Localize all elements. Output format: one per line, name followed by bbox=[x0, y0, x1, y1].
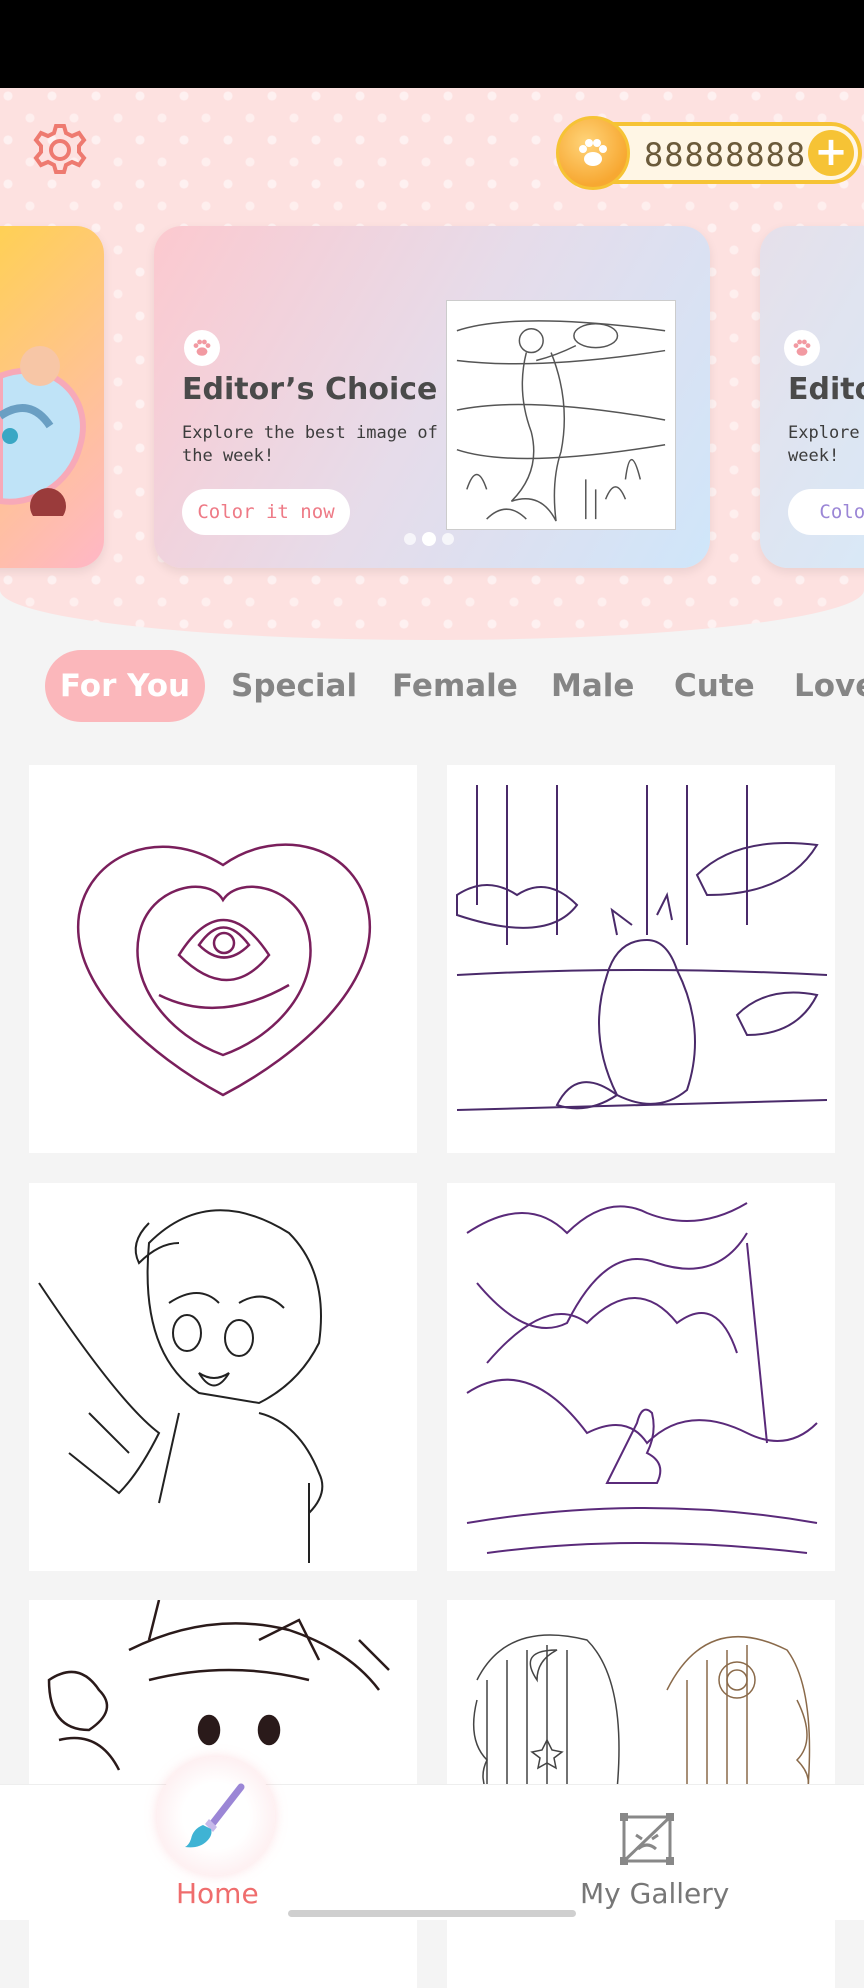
anime-boy-artwork bbox=[38, 1209, 324, 1563]
bottom-nav: Home My Gallery bbox=[0, 1757, 864, 1920]
tab-male[interactable]: Male bbox=[551, 650, 634, 722]
tab-special[interactable]: Special bbox=[231, 650, 357, 722]
paw-coin-icon bbox=[556, 116, 630, 190]
home-nav-button[interactable] bbox=[157, 1757, 275, 1875]
status-bar bbox=[0, 0, 864, 88]
paintbrush-icon bbox=[185, 1783, 245, 1848]
tab-cute[interactable]: Cute bbox=[674, 650, 755, 722]
banner-next-subtitle-1: Explore t bbox=[788, 423, 864, 443]
gear-icon bbox=[33, 124, 87, 174]
banner-main[interactable]: Editor’s Choice Explore the best image o… bbox=[154, 226, 710, 568]
paw-icon bbox=[784, 330, 820, 366]
home-indicator bbox=[288, 1910, 576, 1917]
coin-amount: 88888888 bbox=[644, 136, 807, 174]
banner-prev[interactable] bbox=[0, 226, 104, 568]
banner-next-cta[interactable]: Color bbox=[788, 489, 864, 535]
banner-title: Editor’s Choice bbox=[182, 372, 438, 407]
paw-icon bbox=[184, 330, 220, 366]
paw-icon bbox=[579, 139, 607, 166]
banner-next[interactable]: Edito Explore t week! Color bbox=[760, 226, 864, 568]
carousel-dot-active[interactable] bbox=[422, 532, 436, 546]
gallery-frame-icon[interactable] bbox=[618, 1811, 676, 1867]
color-it-now-button[interactable]: Color it now bbox=[182, 489, 350, 535]
add-coins-button[interactable]: + bbox=[808, 130, 854, 176]
card-heart-rose[interactable] bbox=[29, 765, 417, 1153]
tab-female[interactable]: Female bbox=[392, 650, 518, 722]
carousel-dot[interactable] bbox=[404, 533, 416, 545]
card-anime-boy[interactable] bbox=[29, 1183, 417, 1571]
plus-icon: + bbox=[814, 129, 848, 175]
banner-next-subtitle-2: week! bbox=[788, 446, 840, 466]
gallery-nav-label[interactable]: My Gallery bbox=[580, 1877, 729, 1910]
fox-artwork bbox=[456, 785, 828, 1111]
header: 88888888 + Editor’s Choice Explore the b… bbox=[0, 88, 864, 640]
tab-love[interactable]: Love bbox=[794, 650, 864, 722]
banner-next-title: Edito bbox=[788, 372, 864, 407]
home-nav-label[interactable]: Home bbox=[176, 1877, 259, 1910]
carousel-dots bbox=[404, 532, 454, 546]
tab-for-you[interactable]: For You bbox=[45, 650, 205, 722]
wolf-artwork bbox=[466, 1202, 818, 1554]
coin-balance[interactable]: 88888888 + bbox=[556, 116, 862, 190]
carousel-dot[interactable] bbox=[442, 533, 454, 545]
banner-prev-image bbox=[0, 346, 86, 516]
settings-button[interactable] bbox=[28, 118, 92, 182]
category-tabs: For You Special Female Male Cute Love bbox=[0, 650, 864, 726]
banner-subtitle: Explore the best image of the week! bbox=[182, 423, 438, 466]
heart-rose-artwork bbox=[76, 843, 372, 1097]
card-fox-in-forest[interactable] bbox=[447, 765, 835, 1153]
banner-mermaid-image bbox=[446, 300, 676, 530]
card-howling-wolf[interactable] bbox=[447, 1183, 835, 1571]
